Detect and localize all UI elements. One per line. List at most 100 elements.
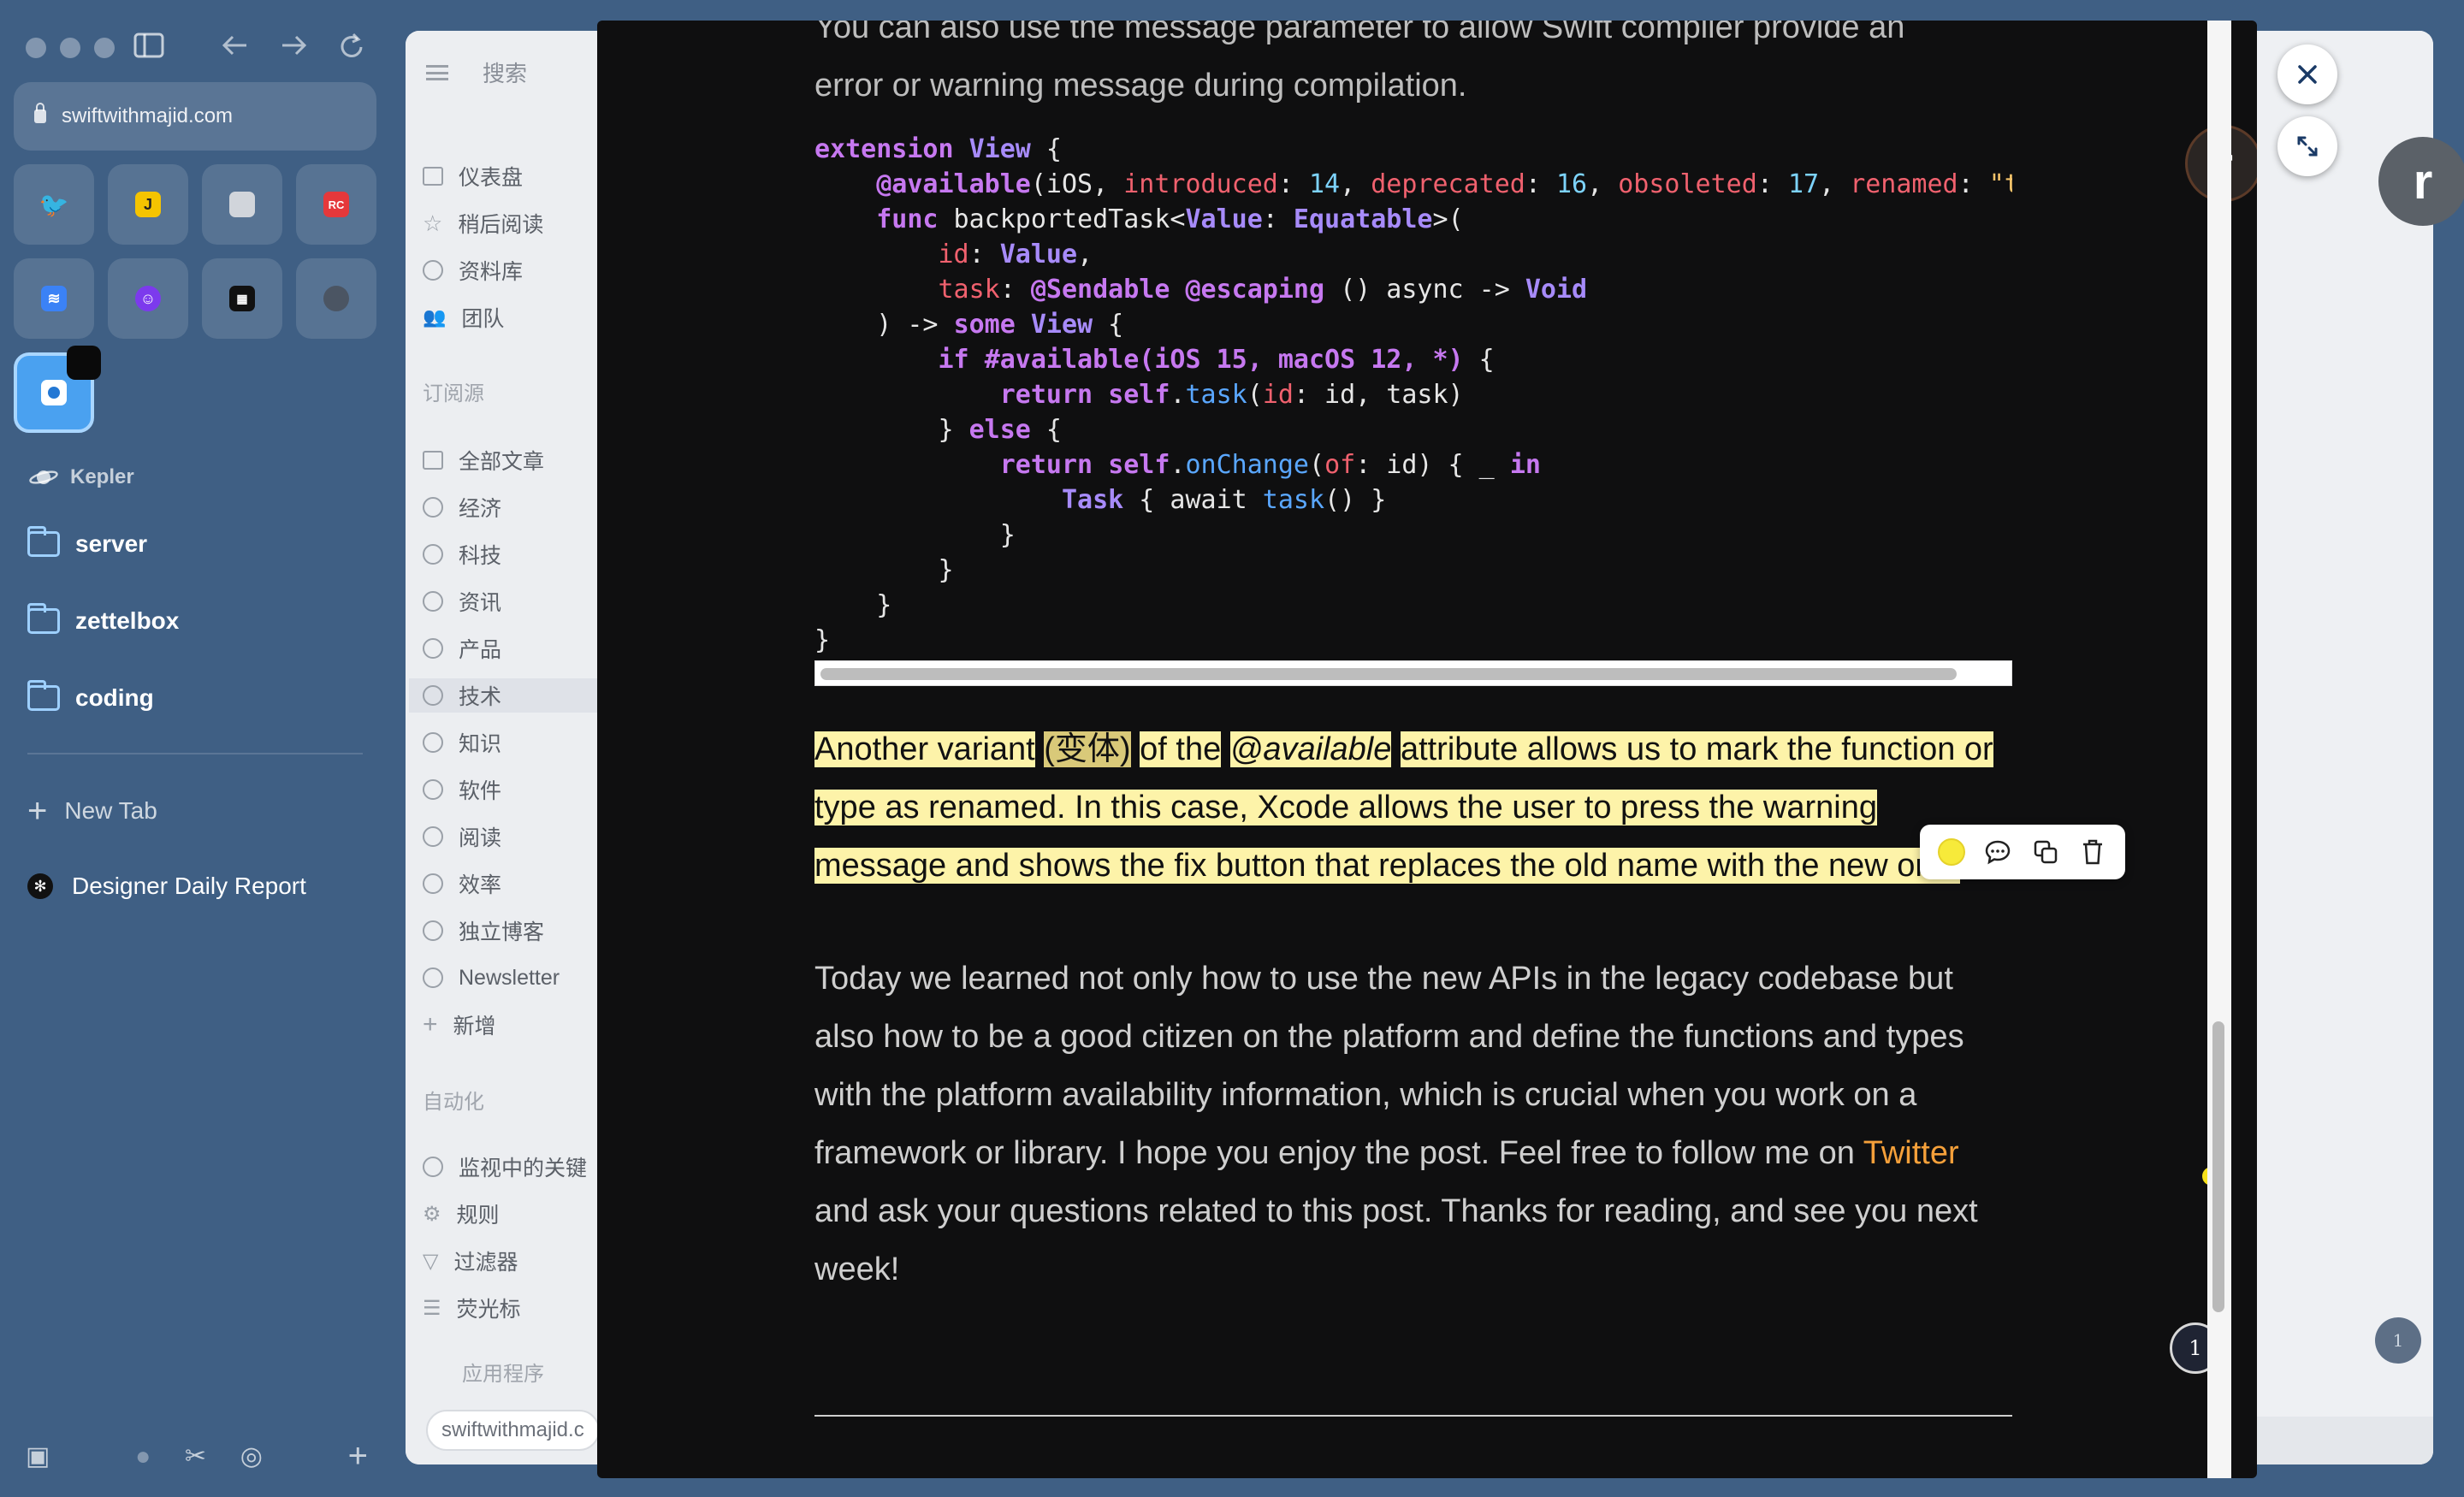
- reader-vertical-scrollbar[interactable]: [2207, 21, 2231, 1478]
- nav-all-articles[interactable]: 全部文章: [423, 443, 544, 477]
- favorite-layers[interactable]: ≋: [14, 258, 94, 339]
- favorite-app-j[interactable]: J: [108, 164, 188, 245]
- search-area[interactable]: 搜索: [426, 56, 527, 88]
- tab-designer-daily-report[interactable]: ✻ Designer Daily Report: [27, 873, 306, 900]
- favorite-badge: [67, 346, 101, 380]
- nav-label: 效率: [459, 873, 502, 897]
- closing-text-2: and ask your questions related to this p…: [814, 1193, 1978, 1287]
- nav-reading[interactable]: 阅读: [423, 820, 501, 854]
- sidebar-bottom-bar: ▣ ● ✂ ◎ +: [26, 1437, 368, 1476]
- planet-icon[interactable]: ◎: [240, 1441, 263, 1471]
- highlight-text-2: of the: [1140, 731, 1222, 767]
- feed-icon: [423, 638, 443, 659]
- favorite-apple[interactable]: [296, 258, 376, 339]
- feed-icon: [423, 591, 443, 612]
- menu-icon[interactable]: [426, 64, 448, 80]
- highlight-color-button[interactable]: [1937, 838, 1965, 866]
- scrollbar-thumb[interactable]: [2212, 1021, 2224, 1312]
- nav-monitored-keywords[interactable]: 监视中的关键: [423, 1150, 587, 1184]
- nav-label: 产品: [459, 638, 502, 662]
- nav-read-later[interactable]: ☆ 稍后阅读: [423, 206, 543, 240]
- url-bar[interactable]: swiftwithmajid.com: [14, 82, 376, 151]
- favorite-bot[interactable]: ☺: [108, 258, 188, 339]
- bot-icon: ☺: [135, 286, 161, 311]
- window-controls[interactable]: [26, 38, 115, 58]
- scrollbar-thumb[interactable]: [820, 668, 1957, 680]
- nav-label: 知识: [459, 732, 502, 756]
- trash-icon[interactable]: [2078, 837, 2107, 867]
- highlighted-paragraph[interactable]: Another variant (变体) of the @available a…: [814, 720, 2012, 895]
- expand-button[interactable]: [2277, 116, 2337, 176]
- nav-software[interactable]: 软件: [423, 772, 501, 807]
- nav-efficiency[interactable]: 效率: [423, 867, 501, 901]
- code-horizontal-scrollbar[interactable]: [814, 660, 2012, 686]
- nav-label: 阅读: [459, 826, 502, 850]
- pin-icon[interactable]: ●: [135, 1442, 151, 1471]
- highlight-comment[interactable]: (变体): [1044, 731, 1131, 767]
- section-subscriptions: 订阅源: [423, 382, 484, 405]
- sidebar-divider: [27, 753, 363, 754]
- space-name: Kepler: [70, 465, 134, 488]
- favorite-twitter[interactable]: 🐦: [14, 164, 94, 245]
- folder-icon: [27, 526, 60, 557]
- folder-label: zettelbox: [75, 607, 180, 634]
- back-arrow-icon[interactable]: [221, 31, 250, 65]
- folder-label: server: [75, 530, 148, 557]
- plus-icon: +: [423, 1010, 438, 1038]
- nav-news[interactable]: 资讯: [423, 584, 501, 618]
- reload-icon[interactable]: [339, 31, 366, 67]
- site-chip[interactable]: swiftwithmajid.c: [426, 1410, 600, 1451]
- nav-newsletter[interactable]: Newsletter: [423, 961, 560, 995]
- favorite-rc[interactable]: RC: [296, 164, 376, 245]
- nav-label: 监视中的关键: [459, 1157, 588, 1180]
- highlight-text-1: Another variant: [814, 731, 1035, 767]
- nav-indie-blogs[interactable]: 独立博客: [423, 914, 544, 948]
- nav-label: 稍后阅读: [458, 213, 544, 237]
- folder-coding[interactable]: coding: [27, 680, 154, 712]
- background-footer-bar: [2257, 1417, 2433, 1464]
- feed-icon: [423, 779, 443, 800]
- nav-label: 经济: [459, 497, 502, 521]
- nav-label: 荧光标: [456, 1298, 521, 1322]
- folder-zettelbox[interactable]: zettelbox: [27, 603, 180, 635]
- highlight-toolbar: [1920, 825, 2125, 879]
- nav-economy[interactable]: 经济: [423, 490, 501, 524]
- comment-icon[interactable]: [1983, 837, 2012, 867]
- nav-technology[interactable]: 技术: [409, 678, 619, 713]
- background-avatar[interactable]: r: [2378, 137, 2464, 226]
- close-icon: [2298, 65, 2317, 84]
- box-icon: [229, 192, 255, 217]
- nav-rules[interactable]: ⚙ 规则: [423, 1197, 500, 1231]
- nav-library[interactable]: 资料库: [423, 253, 523, 287]
- favorite-grid[interactable]: ▦: [202, 258, 282, 339]
- nav-product[interactable]: 产品: [423, 631, 501, 666]
- app-j-icon: J: [135, 192, 161, 217]
- app-navigation: 搜索 仪表盘 ☆ 稍后阅读 资料库 👥 团队 订阅源 全部文章 经济 科技 资讯 产…: [406, 31, 619, 1464]
- eye-icon: [423, 1157, 443, 1177]
- add-space-icon[interactable]: +: [348, 1437, 368, 1476]
- intro-line-1: You can also use the message parameter t…: [814, 21, 1905, 45]
- new-tab-button[interactable]: + New Tab: [27, 794, 157, 828]
- forward-arrow-icon[interactable]: [279, 31, 308, 65]
- feed-icon: [423, 873, 443, 894]
- nav-filters[interactable]: ▽ 过滤器: [423, 1244, 518, 1278]
- nav-dashboard[interactable]: 仪表盘: [423, 159, 523, 193]
- nav-add[interactable]: + 新增: [423, 1008, 496, 1042]
- favorite-box[interactable]: [202, 164, 282, 245]
- nav-tech[interactable]: 科技: [423, 537, 501, 571]
- archive-icon[interactable]: ▣: [26, 1441, 50, 1471]
- nav-team[interactable]: 👥 团队: [423, 300, 504, 334]
- nav-label: 科技: [459, 544, 502, 568]
- twitter-link[interactable]: Twitter: [1863, 1135, 1959, 1171]
- close-button[interactable]: [2277, 44, 2337, 104]
- tab-favicon-icon: ✻: [27, 873, 53, 899]
- sidebar-toggle-icon[interactable]: [133, 31, 164, 65]
- copy-icon[interactable]: [2031, 837, 2060, 867]
- nav-knowledge[interactable]: 知识: [423, 725, 501, 760]
- nav-highlighter[interactable]: ☰ 荧光标: [423, 1291, 521, 1325]
- folder-server[interactable]: server: [27, 526, 148, 558]
- space-label[interactable]: Kepler: [29, 465, 134, 489]
- tools-icon[interactable]: ✂: [185, 1441, 206, 1471]
- nav-label: 仪表盘: [459, 166, 524, 190]
- rc-icon: RC: [323, 192, 349, 217]
